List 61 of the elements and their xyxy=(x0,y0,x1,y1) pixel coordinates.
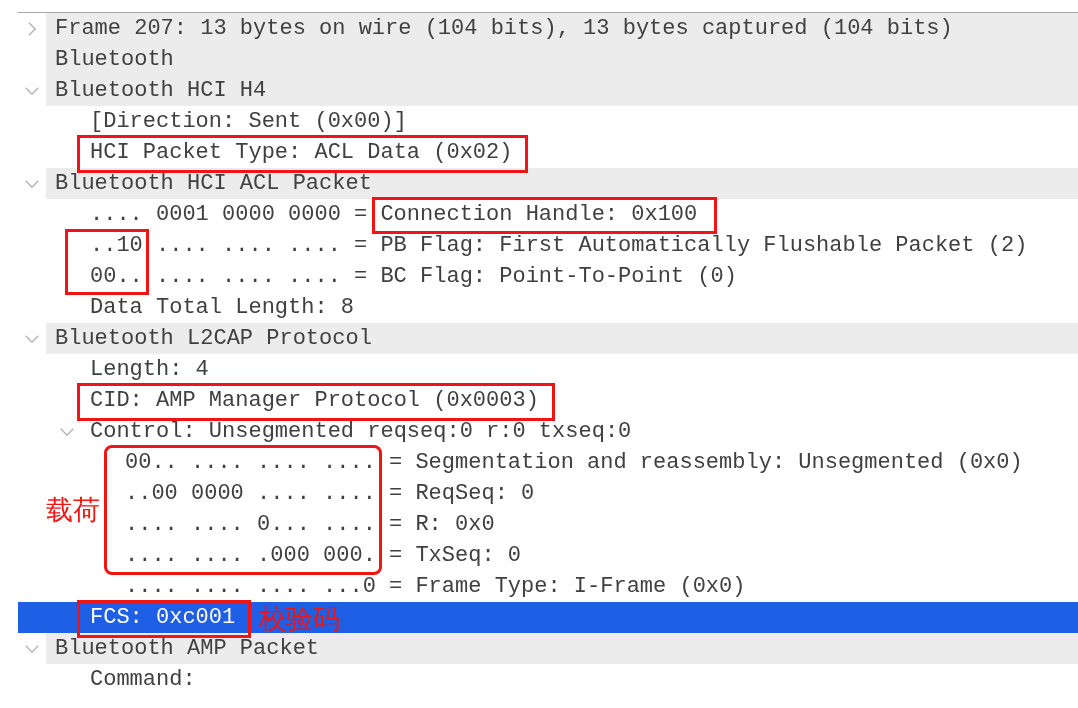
tree-row[interactable]: ..10 .... .... .... = PB Flag: First Automatically Flushable Packet (2) xyxy=(81,230,1078,261)
tree-row-label: Length: 4 xyxy=(90,356,209,384)
bit-pattern: 00.. .... .... .... xyxy=(125,449,376,477)
equals-sign: = xyxy=(354,201,368,229)
chevron-down-icon[interactable] xyxy=(60,427,74,436)
tree-row-label: Bluetooth AMP Packet xyxy=(55,635,320,663)
tree-row-label: HCI Packet Type: ACL Data (0x02) xyxy=(90,139,513,167)
field-label: BC Flag: Point-To-Point (0) xyxy=(380,263,737,291)
equals-sign: = xyxy=(389,542,403,570)
tree-row-label: Bluetooth L2CAP Protocol xyxy=(55,325,372,353)
tree-row-label: Bluetooth HCI H4 xyxy=(55,77,267,105)
field-label: Connection Handle: 0x100 xyxy=(380,201,698,229)
tree-row[interactable]: Data Total Length: 8 xyxy=(81,292,1078,323)
tree-row[interactable]: Command: xyxy=(81,664,1078,695)
field-label: R: 0x0 xyxy=(415,511,495,539)
tree-row[interactable]: HCI Packet Type: ACL Data (0x02) xyxy=(81,137,1078,168)
field-label: Frame Type: I-Frame (0x0) xyxy=(415,573,746,601)
tree-row[interactable]: .... .... 0... .... = R: 0x0 xyxy=(116,509,1078,540)
tree-row[interactable]: 00.. .... .... .... = BC Flag: Point-To-Point (0) xyxy=(81,261,1078,292)
tree-row-label: Control: Unsegmented reqseq:0 r:0 txseq:0 xyxy=(90,418,632,446)
tree-row-label: [Direction: Sent (0x00)] xyxy=(90,108,407,136)
tree-row[interactable]: .... .... .... ...0 = Frame Type: I-Frame (0x0) xyxy=(116,571,1078,602)
bit-pattern: 00.. .... .... .... xyxy=(90,263,341,291)
tree-row-label: FCS: 0xc001 xyxy=(90,604,236,632)
equals-sign: = xyxy=(389,573,403,601)
equals-sign: = xyxy=(389,511,403,539)
equals-sign: = xyxy=(354,232,368,260)
annotation-note: 载荷 xyxy=(46,494,100,527)
tree-row-label: Data Total Length: 8 xyxy=(90,294,355,322)
tree-row[interactable]: .... 0001 0000 0000 = Connection Handle: 0x100 xyxy=(81,199,1078,230)
bit-pattern: .... .... .000 000. xyxy=(125,542,376,570)
tree-row[interactable]: CID: AMP Manager Protocol (0x0003) xyxy=(81,385,1078,416)
bit-pattern: ..00 0000 .... .... xyxy=(125,480,376,508)
tree-row-label: Bluetooth xyxy=(55,46,174,74)
tree-row[interactable]: Control: Unsegmented reqseq:0 r:0 txseq:0 xyxy=(53,416,1078,447)
tree-row[interactable]: ..00 0000 .... .... = ReqSeq: 0 xyxy=(116,478,1078,509)
tree-row[interactable]: [Direction: Sent (0x00)] xyxy=(81,106,1078,137)
tree-row-label: CID: AMP Manager Protocol (0x0003) xyxy=(90,387,539,415)
tree-row-label: Bluetooth HCI ACL Packet xyxy=(55,170,372,198)
field-label: Segmentation and reassembly: Unsegmented (0x0) xyxy=(415,449,1023,477)
chevron-down-icon[interactable] xyxy=(25,334,39,343)
chevron-down-icon[interactable] xyxy=(25,179,39,188)
field-label: TxSeq: 0 xyxy=(415,542,522,570)
equals-sign: = xyxy=(354,263,368,291)
chevron-right-icon[interactable] xyxy=(28,21,36,36)
tree-row-label: Command: xyxy=(90,666,196,694)
tree-row[interactable]: Length: 4 xyxy=(81,354,1078,385)
equals-sign: = xyxy=(389,449,403,477)
annotation-note: 校验码 xyxy=(259,603,341,636)
tree-row-label: Frame 207: 13 bytes on wire (104 bits), 13 bytes captured (104 bits) xyxy=(55,15,953,43)
bit-pattern: ..10 .... .... .... xyxy=(90,232,341,260)
chevron-down-icon[interactable] xyxy=(25,644,39,653)
equals-sign: = xyxy=(389,480,403,508)
tree-row[interactable]: 00.. .... .... .... = Segmentation and reassembly: Unsegmented (0x0) xyxy=(116,447,1078,478)
bit-pattern: .... 0001 0000 0000 xyxy=(90,201,341,229)
tree-row[interactable]: .... .... .000 000. = TxSeq: 0 xyxy=(116,540,1078,571)
field-label: PB Flag: First Automatically Flushable Packet (2) xyxy=(380,232,1028,260)
chevron-down-icon[interactable] xyxy=(25,86,39,95)
bit-pattern: .... .... 0... .... xyxy=(125,511,376,539)
bit-pattern: .... .... .... ...0 xyxy=(125,573,376,601)
field-label: ReqSeq: 0 xyxy=(415,480,535,508)
